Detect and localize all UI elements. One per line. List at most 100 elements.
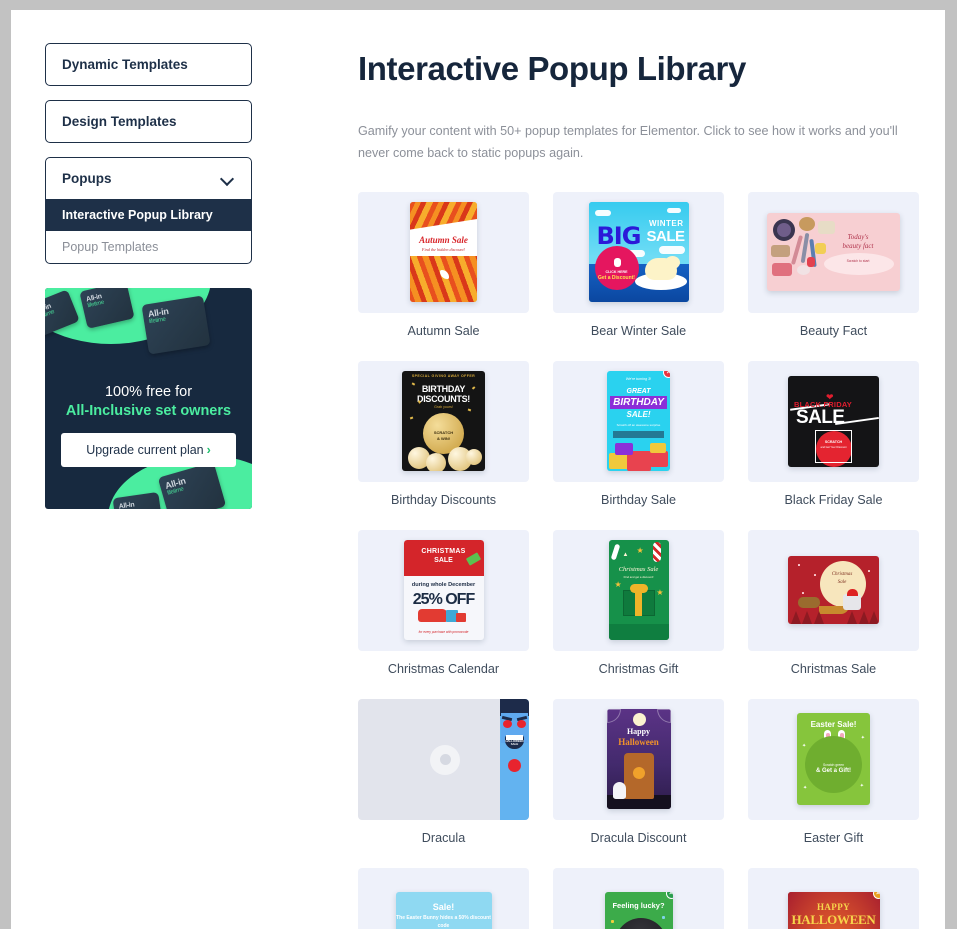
artwork-g3: SALE! [626,410,651,420]
template-card[interactable]: Autumn Sale Find the hidden discount! Au… [358,191,529,338]
template-grid: Autumn Sale Find the hidden discount! Au… [358,191,943,929]
template-card[interactable]: ★ ★ ★ ▲ Christmas Sale Find and get a di… [553,529,724,676]
artwork-coin: SCRATCH & WIN! [433,430,454,441]
template-label: Easter Gift [803,830,864,845]
template-thumbnail[interactable]: CHRISTMAS SALE during whole December 25%… [358,529,529,651]
image-placeholder-icon [430,744,460,775]
template-thumbnail[interactable]: HALLOWEEN SALE [358,698,529,820]
template-thumbnail[interactable]: × Feeling lucky? [553,867,724,929]
template-thumbnail[interactable]: ❤ BLACK FRIDAY SALE SCRATCH and Get Your… [748,360,919,482]
template-label: Black Friday Sale [784,492,883,507]
template-label: Birthday Discounts [391,492,496,507]
artwork-r2: and Get Your Discount [820,445,847,449]
artwork-e1: Scratch green [822,763,845,768]
template-label: Beauty Fact [799,323,868,338]
chevron-right-icon: › [206,443,211,457]
template-label: Birthday Sale [601,492,676,507]
sidebar-item-label: Popups [62,171,112,186]
artwork-r1: SCRATCH [824,439,843,444]
main-content: Interactive Popup Library Gamify your co… [347,10,945,929]
template-card[interactable]: Easter Sale! ✦ ✦ ✦ ✦ Scratch green & Get… [748,698,919,845]
template-thumbnail[interactable]: Christmas Sale [748,529,919,651]
sidebar-item-popups-head[interactable]: Popups [46,158,251,199]
christmas-gift-artwork: ★ ★ ★ ▲ Christmas Sale Find and get a di… [608,540,669,641]
artwork-title: Easter Sale! [810,720,857,730]
dracula-discount-artwork: Happy Halloween [606,709,671,810]
christmas-calendar-artwork: CHRISTMAS SALE during whole December 25%… [403,540,484,641]
template-label: Bear Winter Sale [590,323,687,338]
promo-body: 100% free for All-Inclusive set owners U… [45,384,252,467]
birthday-sale-artwork: × We're turning 3! GREAT BIRTHDAY SALE! … [607,371,670,472]
template-card[interactable]: Christmas Sale Christmas Sale [748,529,919,676]
artwork-e2: & Get a Gift! [815,768,851,775]
template-card[interactable]: BIG WINTER SALE CLICK HERE Get a Discoun… [553,191,724,338]
artwork-s1: Sale! [432,902,455,913]
sidebar-item-popup-templates[interactable]: Popup Templates [46,231,251,263]
template-thumbnail[interactable]: Happy Halloween [553,698,724,820]
artwork-g1: GREAT [626,388,651,396]
template-thumbnail[interactable]: SPECIAL GIVING AWAY OFFER BIRTHDAY DISCO… [358,360,529,482]
artwork-h3: Grab yours! [434,405,453,410]
sidebar-item-label: Dynamic Templates [62,57,188,72]
page-title: Interactive Popup Library [358,50,746,87]
template-card[interactable]: ❤ BLACK FRIDAY SALE SCRATCH and Get Your… [748,360,919,507]
template-card[interactable]: Today's beauty fact Scratch to start Beau… [748,191,919,338]
template-label: Christmas Calendar [387,661,500,676]
artwork-g2: BIRTHDAY [610,396,667,410]
sidebar-item-dynamic-templates[interactable]: Dynamic Templates [45,43,252,86]
artwork-sale: SALE [646,228,685,246]
birthday-discounts-artwork: SPECIAL GIVING AWAY OFFER BIRTHDAY DISCO… [402,371,485,472]
christmas-sale-artwork: Christmas Sale [788,556,879,625]
template-thumbnail[interactable]: Today's beauty fact Scratch to start [748,191,919,313]
sidebar-group-popups: Popups Interactive Popup Library Popup T… [45,157,252,264]
template-label: Dracula Discount [590,830,687,845]
artwork-title: Christmas Sale [618,566,659,574]
dracula-artwork: HALLOWEEN SALE [500,698,529,820]
artwork-line2: Sale [837,580,847,586]
template-card[interactable]: × HAPPY HALLOWEEN We've prepared somethi… [748,867,919,929]
artwork-line1: Today's beauty fact [842,233,874,251]
template-thumbnail[interactable]: × We're turning 3! GREAT BIRTHDAY SALE! … [553,360,724,482]
promo-line-2: All-Inclusive set owners [65,403,232,419]
template-thumbnail[interactable]: Easter Sale! ✦ ✦ ✦ ✦ Scratch green & Get… [748,698,919,820]
bear-winter-sale-artwork: BIG WINTER SALE CLICK HERE Get a Discoun… [588,202,689,303]
artwork-h2: DISCOUNTS! [417,394,470,405]
artwork-winter: WINTER [648,219,684,229]
chevron-down-icon [221,172,235,186]
template-thumbnail[interactable]: Autumn Sale Find the hidden discount! [358,191,529,313]
artwork-happy: Happy [626,727,651,737]
template-card[interactable]: × Feeling lucky? [553,867,724,929]
artwork-sub: Scratch off an awesome surprise [616,423,661,428]
artwork-d1: during whole December [411,582,476,589]
template-card[interactable]: Sale! The Easter Bunny hides a 50% disco… [358,867,529,929]
artwork-line1: Christmas [831,572,853,578]
autumn-sale-artwork: Autumn Sale Find the hidden discount! [410,202,477,303]
sidebar-item-design-templates[interactable]: Design Templates [45,100,252,143]
template-label: Dracula [421,830,466,845]
close-icon[interactable]: × [665,892,673,900]
sidebar-item-design-templates-head[interactable]: Design Templates [46,101,251,142]
template-thumbnail[interactable]: ★ ★ ★ ▲ Christmas Sale Find and get a di… [553,529,724,651]
sparkle-icon: ✦ [860,735,865,742]
template-thumbnail[interactable]: BIG WINTER SALE CLICK HERE Get a Discoun… [553,191,724,313]
artwork-sale: SALE [796,406,845,428]
artwork-h1: HAPPY [817,902,850,913]
template-thumbnail[interactable]: Sale! The Easter Bunny hides a 50% disco… [358,867,529,929]
sidebar-item-interactive-popup-library[interactable]: Interactive Popup Library [46,199,251,231]
template-card[interactable]: SPECIAL GIVING AWAY OFFER BIRTHDAY DISCO… [358,360,529,507]
artwork-h2: HALLOWEEN [791,912,876,928]
artwork-title: Autumn Sale [419,235,468,246]
template-card[interactable]: × We're turning 3! GREAT BIRTHDAY SALE! … [553,360,724,507]
sidebar-item-dynamic-templates-head[interactable]: Dynamic Templates [46,44,251,85]
template-card[interactable]: CHRISTMAS SALE during whole December 25%… [358,529,529,676]
template-thumbnail[interactable]: × HAPPY HALLOWEEN We've prepared somethi… [748,867,919,929]
artwork-mouth-text: HALLOWEEN SALE [505,738,524,747]
upgrade-plan-button[interactable]: Upgrade current plan › [61,433,236,467]
beauty-fact-artwork: Today's beauty fact Scratch to start [767,213,900,292]
easter-bunny-sale-artwork: Sale! The Easter Bunny hides a 50% disco… [395,892,492,929]
promo-card[interactable]: All-in lifetime All-in lifetime All-in life… [45,288,252,509]
template-card[interactable]: HALLOWEEN SALE Dracula [358,698,529,845]
template-card[interactable]: Happy Halloween Dracula Discount [553,698,724,845]
artwork-sub: Find the hidden discount! [421,247,466,253]
artwork-s2: The Easter Bunny hides a 50% discount co… [396,915,491,929]
